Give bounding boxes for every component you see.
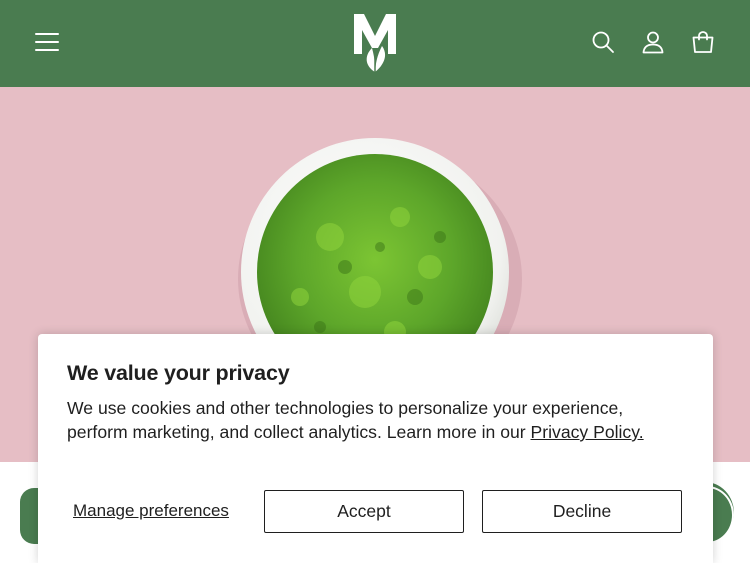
- privacy-policy-link[interactable]: Privacy Policy.: [531, 422, 644, 442]
- search-icon: [592, 31, 614, 53]
- accept-button[interactable]: Accept: [264, 490, 464, 533]
- leaf-m-logo-icon: [354, 14, 396, 72]
- brand-logo[interactable]: [348, 10, 402, 76]
- manage-preferences-link[interactable]: Manage preferences: [73, 501, 229, 521]
- search-button[interactable]: [586, 25, 620, 59]
- site-header: [0, 0, 750, 87]
- consent-message: We use cookies and other technologies to…: [67, 396, 687, 444]
- consent-title: We value your privacy: [67, 361, 290, 385]
- menu-icon: [35, 33, 59, 51]
- menu-button[interactable]: [30, 25, 64, 59]
- cookie-consent-dialog: We value your privacy We use cookies and…: [38, 334, 713, 563]
- account-button[interactable]: [636, 25, 670, 59]
- decline-button[interactable]: Decline: [482, 490, 682, 533]
- cart-icon: [692, 31, 714, 53]
- cart-button[interactable]: [686, 25, 720, 59]
- account-icon: [642, 31, 664, 54]
